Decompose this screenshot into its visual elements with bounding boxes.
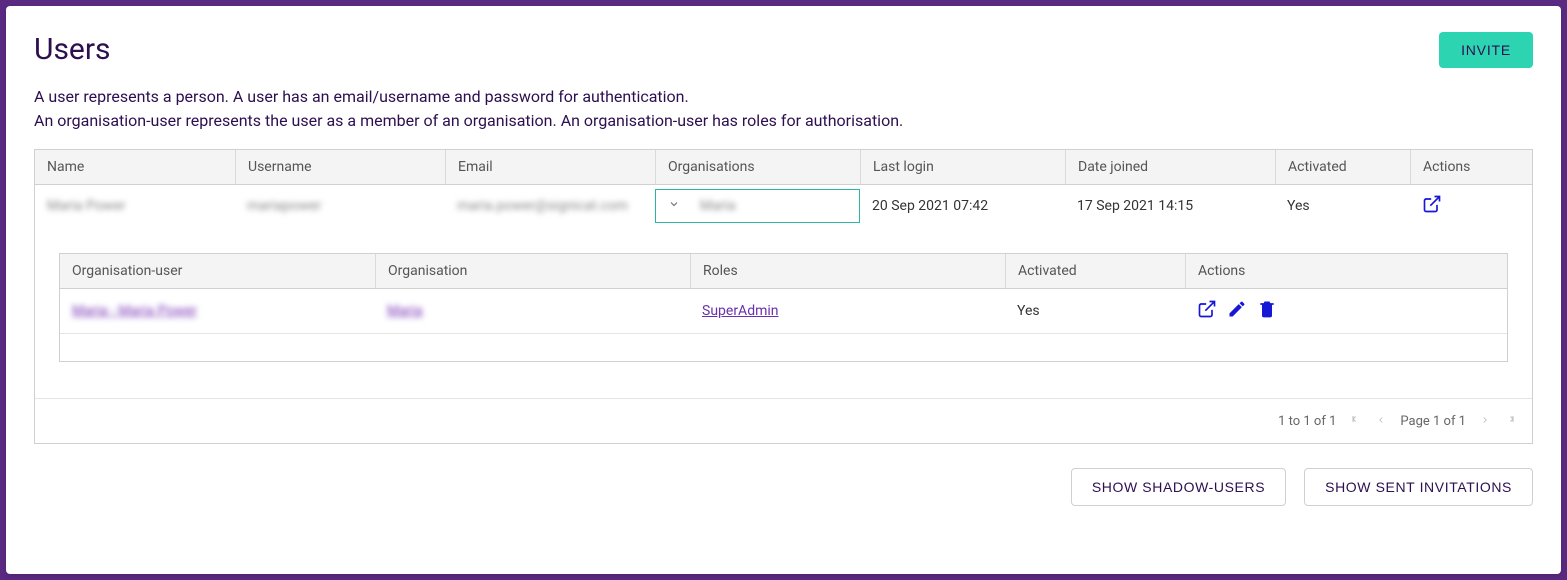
col-actions: Actions: [1410, 150, 1520, 184]
table-row[interactable]: Maria - Maria Power Maria SuperAdmin Yes: [60, 289, 1507, 333]
col-date-joined[interactable]: Date joined: [1065, 150, 1275, 184]
cell-username: mariapower: [247, 198, 321, 214]
org-user-table-header: Organisation-user Organisation Roles Act…: [60, 254, 1507, 289]
org-user-link[interactable]: Maria - Maria Power: [72, 303, 197, 319]
cell-last-login: 20 Sep 2021 07:42: [860, 189, 1065, 223]
col-name[interactable]: Name: [35, 150, 235, 184]
icol-roles[interactable]: Roles: [690, 254, 1005, 288]
edit-icon[interactable]: [1227, 299, 1247, 323]
chevron-down-icon: [668, 198, 680, 214]
organisation-dropdown[interactable]: Maria: [655, 189, 860, 223]
first-page-icon[interactable]: [1350, 413, 1362, 429]
cell-activated: Yes: [1275, 189, 1410, 223]
users-table-header: Name Username Email Organisations Last l…: [35, 150, 1532, 185]
cell-date-joined: 17 Sep 2021 14:15: [1065, 189, 1275, 223]
desc-line-2: An organisation-user represents the user…: [34, 111, 903, 130]
col-last-login[interactable]: Last login: [860, 150, 1065, 184]
pager-page-label: Page 1 of 1: [1400, 414, 1466, 429]
cell-actions: [1410, 185, 1520, 227]
cell-email: maria.power@signicat.com: [457, 198, 628, 214]
col-activated[interactable]: Activated: [1275, 150, 1410, 184]
empty-row: [60, 333, 1507, 361]
org-user-detail: Organisation-user Organisation Roles Act…: [35, 227, 1532, 398]
icell-activated: Yes: [1005, 293, 1185, 329]
show-sent-invitations-button[interactable]: SHOW SENT INVITATIONS: [1304, 468, 1533, 506]
role-link[interactable]: SuperAdmin: [702, 303, 779, 319]
col-organisations[interactable]: Organisations: [655, 150, 860, 184]
show-shadow-users-button[interactable]: SHOW SHADOW-USERS: [1071, 468, 1286, 506]
col-email[interactable]: Email: [445, 150, 655, 184]
footer-actions: SHOW SHADOW-USERS SHOW SENT INVITATIONS: [34, 468, 1533, 506]
icol-organisation[interactable]: Organisation: [375, 254, 690, 288]
org-value: Maria: [700, 198, 736, 214]
next-page-icon[interactable]: [1480, 414, 1490, 429]
table-row[interactable]: Maria Power mariapower maria.power@signi…: [35, 185, 1532, 227]
open-icon[interactable]: [1422, 202, 1442, 218]
pager-range: 1 to 1 of 1: [1278, 414, 1336, 429]
icol-actions: Actions: [1185, 254, 1495, 288]
users-panel: Users INVITE A user represents a person.…: [6, 6, 1561, 574]
cell-name: Maria Power: [47, 198, 126, 214]
last-page-icon[interactable]: [1504, 413, 1516, 429]
icell-actions: [1185, 289, 1495, 333]
org-user-table: Organisation-user Organisation Roles Act…: [59, 253, 1508, 362]
pager: 1 to 1 of 1 Page 1 of 1: [35, 398, 1532, 443]
invite-button[interactable]: INVITE: [1439, 32, 1533, 68]
desc-line-1: A user represents a person. A user has a…: [34, 87, 689, 106]
users-table: Name Username Email Organisations Last l…: [34, 149, 1533, 444]
open-icon[interactable]: [1197, 299, 1217, 323]
col-username[interactable]: Username: [235, 150, 445, 184]
delete-icon[interactable]: [1257, 299, 1277, 323]
panel-header: Users INVITE: [34, 32, 1533, 85]
page-title: Users: [34, 32, 111, 67]
organisation-link[interactable]: Maria: [387, 303, 423, 319]
prev-page-icon[interactable]: [1376, 414, 1386, 429]
icol-org-user[interactable]: Organisation-user: [60, 254, 375, 288]
icol-activated[interactable]: Activated: [1005, 254, 1185, 288]
page-description: A user represents a person. A user has a…: [34, 85, 1533, 133]
